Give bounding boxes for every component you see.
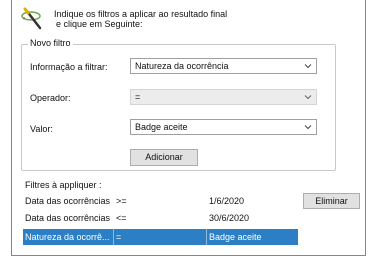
filter-field: Data das ocorrências	[25, 213, 111, 223]
filter-value: 1/6/2020	[209, 196, 245, 206]
filter-field: Data das ocorrências	[25, 196, 111, 206]
instruction-line-2: e clique em Seguinte:	[56, 19, 143, 29]
info-label: Informação a filtrar:	[30, 62, 108, 72]
filter-operator: =	[116, 232, 122, 242]
applied-filters-title: Filtres à appliquer :	[25, 180, 102, 190]
new-filter-legend: Novo filtro	[28, 38, 73, 48]
filter-row-selected[interactable]: Natureza da ocorrê... = Badge aceite	[23, 229, 298, 245]
delete-button[interactable]: Eliminar	[303, 193, 360, 209]
filter-value: Badge aceite	[209, 232, 262, 242]
filter-operator: >=	[116, 196, 127, 206]
chevron-down-icon	[304, 95, 312, 100]
operator-select-value: =	[135, 92, 141, 102]
add-button[interactable]: Adicionar	[130, 149, 198, 166]
chevron-down-icon	[304, 64, 312, 69]
info-select-value: Natureza da ocorrência	[135, 61, 229, 71]
filter-field: Natureza da ocorrê...	[25, 232, 110, 242]
operator-label: Operador:	[30, 93, 71, 103]
instruction-line-1: Indique os filtros a aplicar ao resultad…	[54, 9, 228, 19]
filter-row[interactable]: Data das ocorrências >= 1/6/2020	[23, 193, 298, 209]
operator-select[interactable]: =	[130, 89, 317, 105]
info-select[interactable]: Natureza da ocorrência	[130, 58, 317, 74]
magic-wand-icon	[20, 7, 46, 31]
value-label: Valor:	[30, 124, 53, 134]
instructions-text: Indique os filtros a aplicar ao resultad…	[54, 9, 227, 29]
column-separator	[113, 229, 114, 245]
chevron-down-icon	[304, 125, 312, 130]
value-select[interactable]: Badge aceite	[130, 119, 317, 135]
filter-operator: <=	[116, 213, 127, 223]
value-select-value: Badge aceite	[135, 122, 188, 132]
column-separator	[206, 229, 207, 245]
filter-value: 30/6/2020	[209, 213, 250, 223]
filter-row[interactable]: Data das ocorrências <= 30/6/2020	[23, 210, 298, 226]
